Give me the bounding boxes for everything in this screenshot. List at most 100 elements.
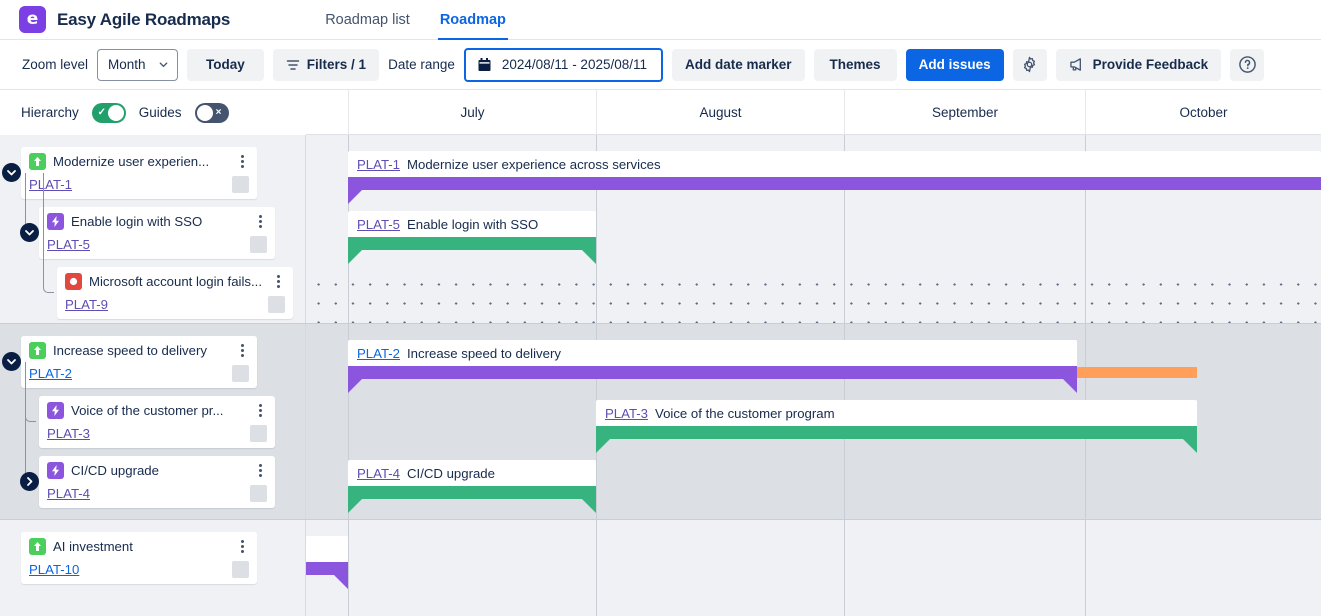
- roadmap-group: PLAT-2 Increase speed to delivery PLAT-3 Vo…: [0, 323, 1321, 519]
- task-bar-end-cap: [582, 499, 596, 513]
- issue-color-swatch[interactable]: [250, 425, 267, 442]
- issue-card[interactable]: Enable login with SSO PLAT-5: [39, 207, 275, 259]
- add-date-marker-button[interactable]: Add date marker: [672, 48, 805, 81]
- provide-feedback-label: Provide Feedback: [1092, 57, 1209, 72]
- issue-sidebar-group: Modernize user experien... PLAT-1 Enable l…: [0, 135, 306, 323]
- task-bar-key-link[interactable]: PLAT-3: [605, 406, 648, 421]
- task-bar-label: PLAT-3 Voice of the customer program: [596, 400, 1197, 426]
- issue-card-top: AI investment: [29, 538, 249, 555]
- settings-button[interactable]: [1012, 48, 1047, 81]
- task-bar-fill: [348, 486, 596, 499]
- issue-color-swatch[interactable]: [250, 236, 267, 253]
- task-bar-title: CI/CD upgrade: [407, 465, 495, 481]
- add-issues-button[interactable]: Add issues: [905, 48, 1004, 81]
- issue-key-link[interactable]: PLAT-4: [47, 486, 90, 501]
- task-bar-extension[interactable]: [1077, 367, 1197, 378]
- guides-toggle-knob: [196, 104, 213, 121]
- issue-color-swatch[interactable]: [232, 365, 249, 382]
- arrow-up-icon: [29, 538, 46, 555]
- timeline-task-bar[interactable]: PLAT-1 Modernize user experience across s…: [348, 151, 1321, 204]
- task-bar-start-cap: [348, 379, 362, 393]
- issue-card-bottom: PLAT-1: [29, 176, 249, 193]
- task-bar-end-cap: [1063, 379, 1077, 393]
- issue-card[interactable]: Voice of the customer pr... PLAT-3: [39, 396, 275, 448]
- gear-icon: [1024, 56, 1036, 73]
- tab-roadmap[interactable]: Roadmap: [438, 0, 508, 40]
- issue-menu-button[interactable]: [253, 462, 267, 479]
- task-bar-strip: [306, 562, 348, 589]
- unscheduled-dot-grid: [306, 267, 1321, 323]
- hierarchy-label: Hierarchy: [21, 105, 79, 120]
- chevron-down-icon: [159, 62, 168, 68]
- task-bar-key-link[interactable]: PLAT-4: [357, 466, 400, 481]
- task-bar-key-link[interactable]: PLAT-5: [357, 217, 400, 232]
- collapse-chevron-icon[interactable]: [20, 223, 39, 242]
- issue-title: Microsoft account login fails...: [89, 274, 262, 289]
- issue-color-swatch[interactable]: [232, 561, 249, 578]
- issue-card-bottom: PLAT-2: [29, 365, 249, 382]
- issue-card[interactable]: CI/CD upgrade PLAT-4: [39, 456, 275, 508]
- month-gridline: [596, 520, 597, 616]
- issue-card[interactable]: Microsoft account login fails... PLAT-9: [57, 267, 293, 319]
- issue-color-swatch[interactable]: [250, 485, 267, 502]
- issue-card[interactable]: Increase speed to delivery PLAT-2: [21, 336, 257, 388]
- issue-menu-button[interactable]: [253, 213, 267, 230]
- provide-feedback-button[interactable]: Provide Feedback: [1055, 48, 1222, 81]
- issue-color-swatch[interactable]: [268, 296, 285, 313]
- today-button[interactable]: Today: [187, 48, 264, 81]
- timeline-task-bar[interactable]: PLAT-2 Increase speed to delivery: [348, 340, 1077, 393]
- task-bar-key-link[interactable]: PLAT-2: [357, 346, 400, 361]
- issue-key-link[interactable]: PLAT-3: [47, 426, 90, 441]
- issue-menu-button[interactable]: [235, 342, 249, 359]
- roadmap-group: PLAT-1 Modernize user experience across s…: [0, 135, 1321, 323]
- issue-menu-button[interactable]: [235, 538, 249, 555]
- hierarchy-toggle-knob: [107, 104, 124, 121]
- task-bar-label: PLAT-1 Modernize user experience across s…: [348, 151, 1321, 177]
- roadmap-toolbar: Zoom level Month Today Filters / 1 Date …: [0, 40, 1321, 90]
- issue-card-top: Microsoft account login fails...: [65, 273, 285, 290]
- task-bar-fill: [596, 426, 1197, 439]
- timeline-task-bar[interactable]: PLAT-4 CI/CD upgrade: [348, 460, 596, 513]
- issue-key-link[interactable]: PLAT-9: [65, 297, 108, 312]
- task-bar-fill: [306, 562, 348, 575]
- issue-card[interactable]: AI investment PLAT-10: [21, 532, 257, 584]
- guides-label: Guides: [138, 105, 182, 120]
- guides-toggle[interactable]: ×: [194, 102, 229, 123]
- task-bar-fill: [348, 237, 596, 250]
- collapse-chevron-icon[interactable]: [2, 352, 21, 371]
- month-gridline: [1085, 520, 1086, 616]
- filter-icon: [286, 59, 300, 70]
- help-button[interactable]: [1230, 48, 1265, 81]
- filters-button[interactable]: Filters / 1: [272, 48, 380, 81]
- timeline-task-bar[interactable]: [306, 536, 348, 589]
- task-bar-strip: [348, 366, 1077, 393]
- issue-key-link[interactable]: PLAT-10: [29, 562, 79, 577]
- timeline-task-bar[interactable]: PLAT-3 Voice of the customer program: [596, 400, 1197, 453]
- issue-title: Voice of the customer pr...: [71, 403, 224, 418]
- task-bar-key-link[interactable]: PLAT-1: [357, 157, 400, 172]
- issue-menu-button[interactable]: [253, 402, 267, 419]
- issue-card[interactable]: Modernize user experien... PLAT-1: [21, 147, 257, 199]
- roadmap-app: e Easy Agile Roadmaps Roadmap list Roadm…: [0, 0, 1321, 616]
- task-bar-start-cap: [348, 250, 362, 264]
- tab-roadmap-list[interactable]: Roadmap list: [323, 0, 412, 40]
- filters-label: Filters / 1: [306, 57, 367, 72]
- task-bar-strip: [348, 237, 596, 264]
- task-bar-title: Modernize user experience across service…: [407, 156, 661, 172]
- issue-menu-button[interactable]: [271, 273, 285, 290]
- zoom-level-select[interactable]: Month: [97, 48, 179, 81]
- issue-card-bottom: PLAT-9: [65, 296, 285, 313]
- issue-menu-button[interactable]: [235, 153, 249, 170]
- issue-card-bottom: PLAT-5: [47, 236, 267, 253]
- issue-color-swatch[interactable]: [232, 176, 249, 193]
- month-header-cell: October: [1085, 90, 1321, 135]
- date-range-input[interactable]: 2024/08/11 - 2025/08/11: [463, 47, 663, 82]
- collapse-chevron-icon[interactable]: [2, 163, 21, 182]
- timeline-task-bar[interactable]: PLAT-5 Enable login with SSO: [348, 211, 596, 264]
- task-bar-label: PLAT-2 Increase speed to delivery: [348, 340, 1077, 366]
- themes-button[interactable]: Themes: [813, 48, 897, 81]
- bolt-icon: [47, 402, 64, 419]
- expand-chevron-icon[interactable]: [20, 472, 39, 491]
- task-bar-strip: [348, 177, 1321, 204]
- hierarchy-toggle[interactable]: ✓: [91, 102, 126, 123]
